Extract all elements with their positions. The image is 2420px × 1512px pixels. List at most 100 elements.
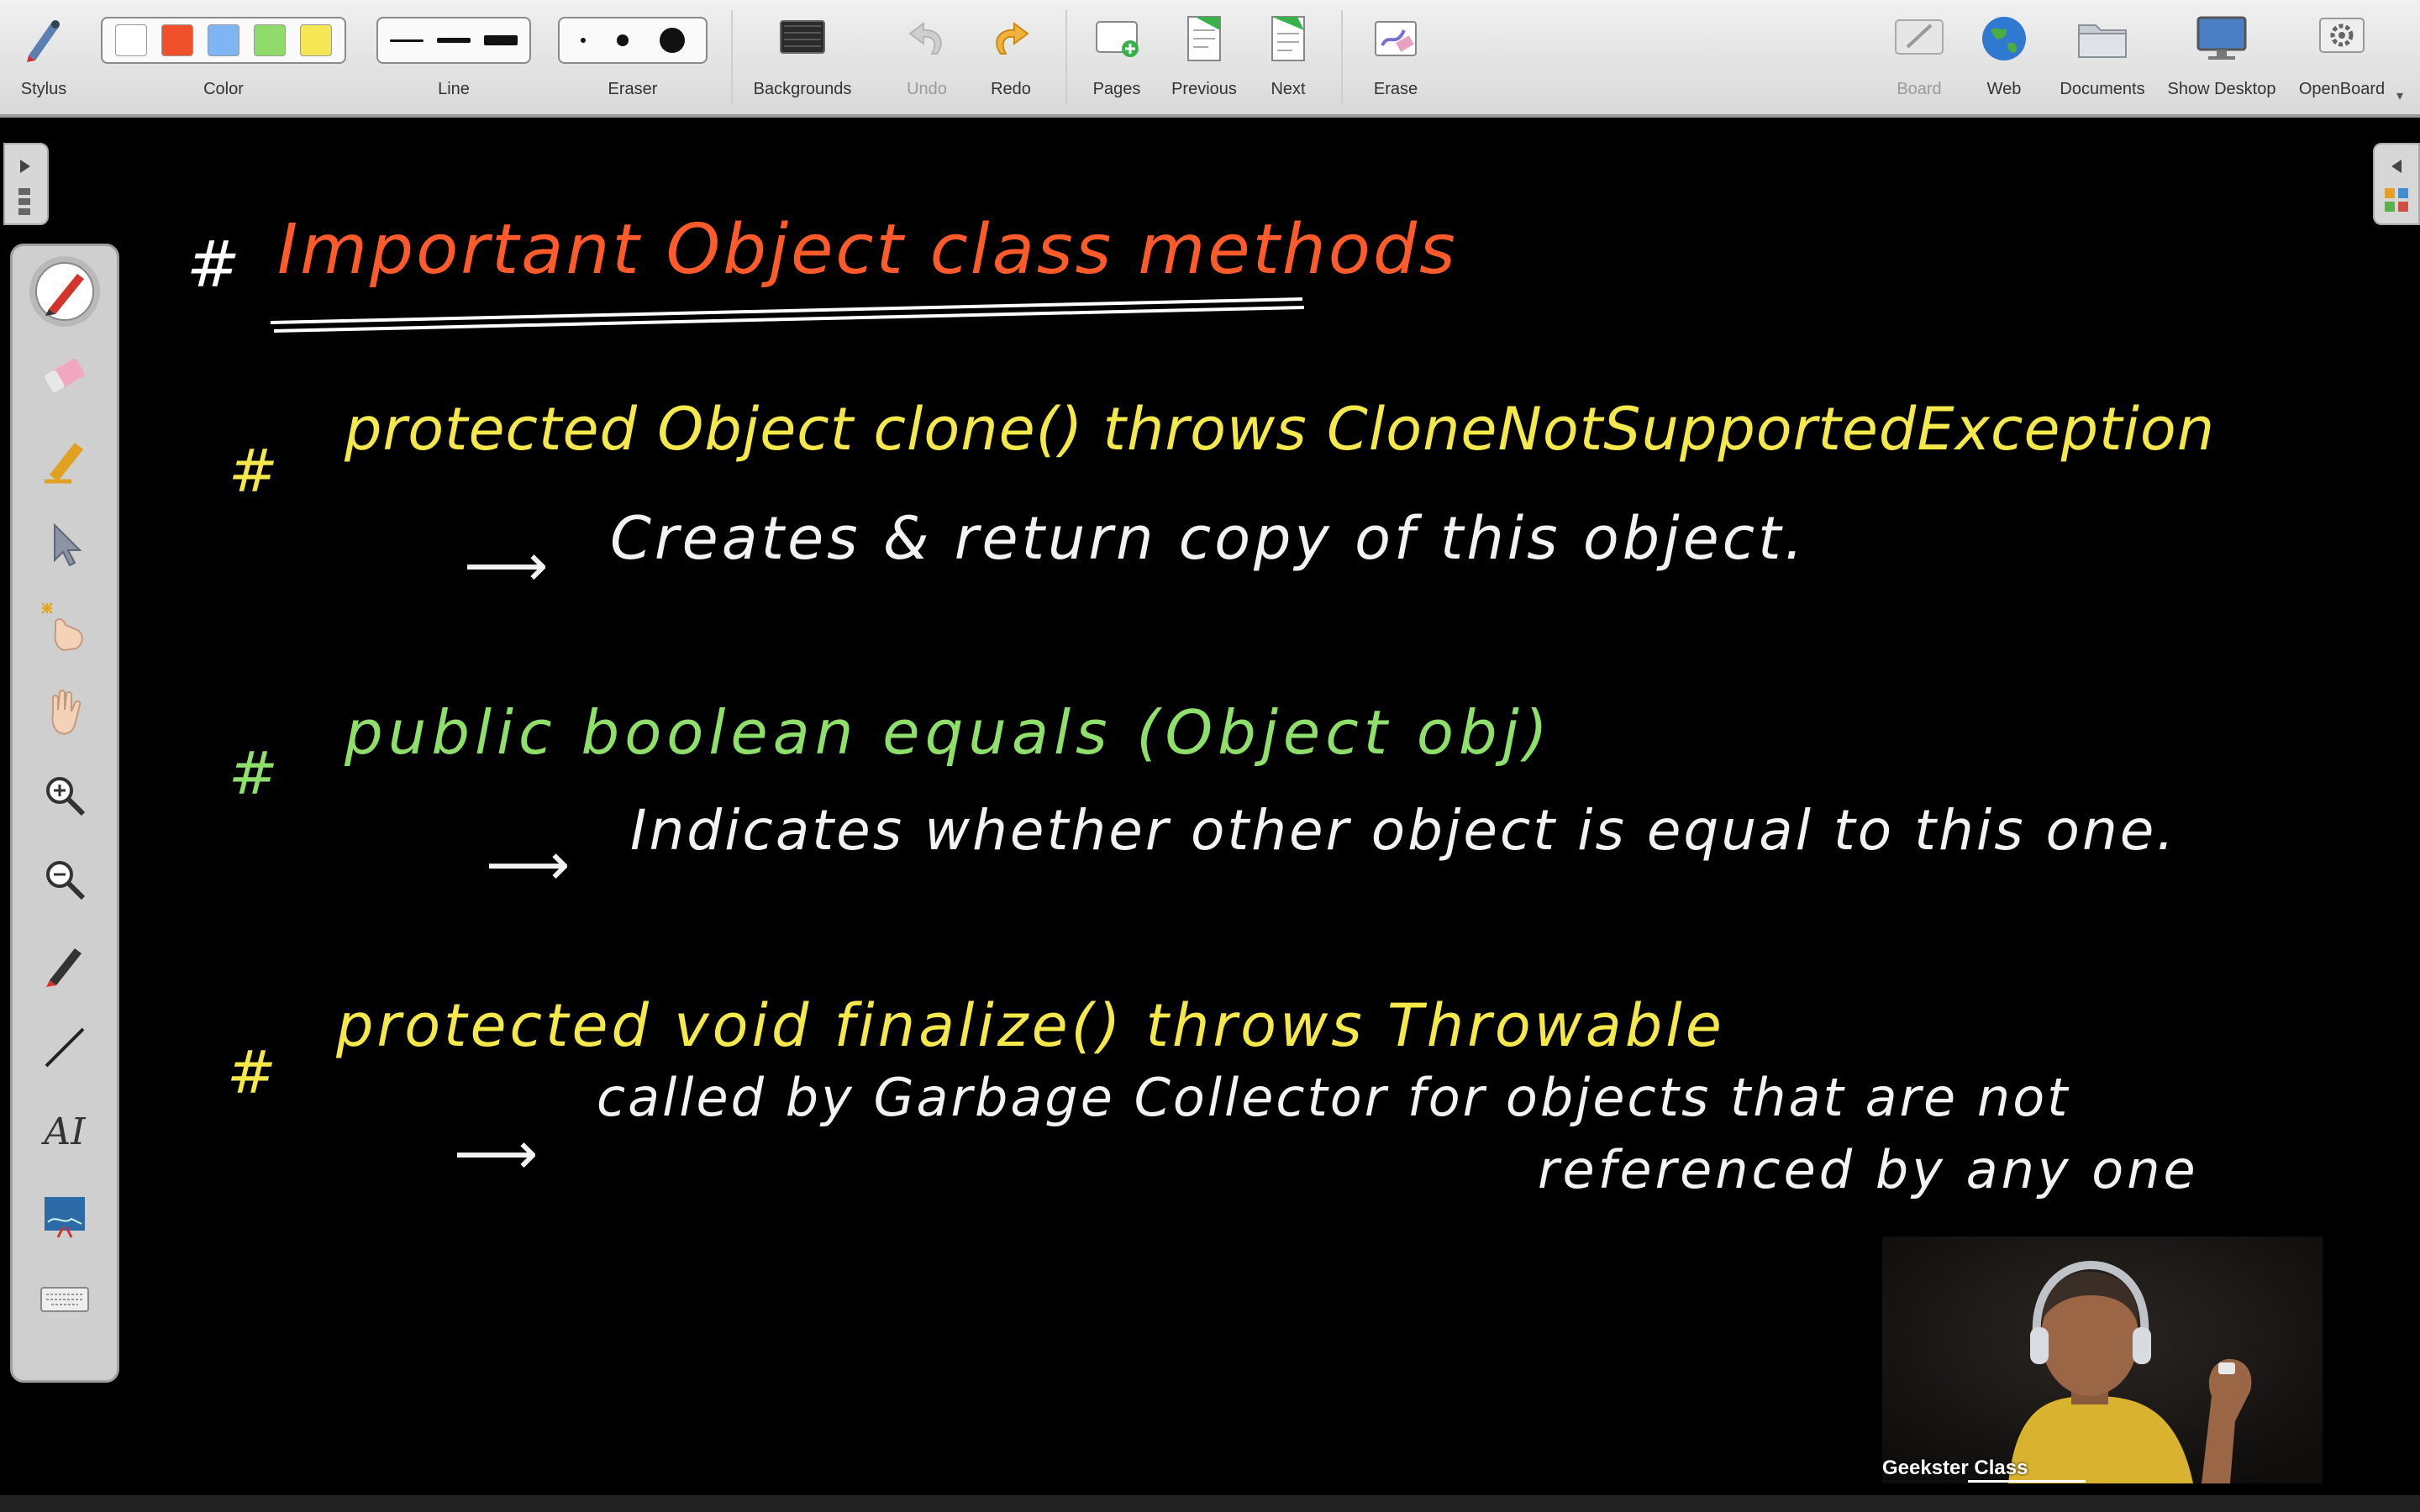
method2-hash: # — [229, 739, 280, 808]
eraser-medium-button[interactable] — [616, 34, 629, 46]
webcam-feed — [1882, 1236, 2323, 1483]
undo-icon — [900, 12, 954, 66]
capture-icon — [45, 1197, 85, 1238]
redo-icon — [984, 12, 1038, 66]
color-swatch-blue[interactable] — [207, 24, 239, 56]
method1-arrow: ⟶ — [464, 531, 550, 600]
next-page-button[interactable]: Next — [1250, 0, 1326, 114]
erase-label: Erase — [1373, 80, 1418, 98]
eraser-small-button[interactable] — [580, 38, 586, 43]
webcam-name-underline — [1968, 1480, 2086, 1483]
monitor-icon — [2195, 12, 2249, 66]
undo-button[interactable]: Undo — [889, 0, 965, 114]
bottom-edge-bar — [0, 1495, 2420, 1512]
eraser-tool[interactable] — [29, 340, 100, 411]
capture-tool[interactable] — [29, 1180, 100, 1251]
eraser-size-selector — [558, 17, 708, 64]
color-swatch-green[interactable] — [254, 24, 287, 56]
web-label: Web — [1986, 80, 2022, 98]
line-width-selector — [376, 17, 531, 64]
board-mode-button[interactable]: Board — [1879, 0, 1960, 114]
heading-underline — [270, 297, 1305, 333]
heading-hash: # — [187, 227, 242, 302]
hand-tool[interactable] — [29, 676, 100, 747]
color-group: Color — [97, 0, 350, 114]
color-label: Color — [203, 80, 244, 98]
webcam-name-label: Geekster Class — [1882, 1457, 2028, 1479]
documents-label: Documents — [2060, 80, 2145, 98]
toolbar-divider — [1341, 10, 1343, 104]
method1-signature: protected Object clone() throws CloneNot… — [345, 395, 2216, 464]
pages-label: Pages — [1092, 80, 1141, 98]
undo-label: Undo — [907, 80, 947, 98]
redo-label: Redo — [991, 80, 1031, 98]
dropdown-arrow-icon[interactable]: ▾ — [2396, 87, 2403, 104]
eraser-label: Eraser — [608, 80, 658, 98]
color-swatch-orange[interactable] — [160, 24, 193, 56]
method1-hash: # — [229, 437, 280, 506]
text-tool[interactable]: AI — [29, 1096, 100, 1167]
pages-icon — [1090, 12, 1144, 66]
line-icon — [45, 1027, 85, 1068]
color-swatch-yellow[interactable] — [300, 24, 333, 56]
board-label: Board — [1897, 80, 1942, 98]
zoom-out-tool[interactable] — [29, 844, 100, 915]
line-tool[interactable] — [29, 1012, 100, 1083]
erase-page-icon — [1369, 12, 1423, 66]
previous-label: Previous — [1171, 80, 1237, 98]
virtual-keyboard-tool[interactable] — [29, 1264, 100, 1335]
method3-arrow: ⟶ — [454, 1119, 540, 1188]
selector-tool[interactable] — [29, 508, 100, 579]
top-toolbar: Stylus Color Line Eraser Backgrounds Und… — [0, 0, 2420, 118]
highlighter-tool[interactable] — [29, 424, 100, 495]
method3-note-line1: called by Garbage Collector for objects … — [597, 1067, 2070, 1128]
method2-arrow: ⟶ — [486, 830, 572, 899]
panel-expand-icon — [18, 160, 30, 215]
stylus-label: Stylus — [20, 80, 67, 98]
method1-note: Creates & return copy of this object. — [610, 504, 1807, 573]
right-panel-toggle[interactable] — [2373, 143, 2420, 225]
eraser-large-button[interactable] — [660, 28, 686, 53]
zoom-in-tool[interactable] — [29, 760, 100, 831]
pen-tool[interactable] — [29, 256, 100, 327]
library-icon — [2385, 160, 2408, 212]
next-page-icon — [1261, 12, 1315, 66]
keyboard-icon — [40, 1287, 89, 1312]
page-title: Important Object class methods — [277, 210, 1458, 290]
color-swatch-white[interactable] — [114, 24, 147, 56]
folder-icon — [2075, 12, 2129, 66]
text-icon: AI — [44, 1110, 86, 1153]
stylus-button[interactable]: Stylus — [3, 0, 84, 114]
line-medium-button[interactable] — [437, 38, 471, 43]
openboard-menu-button[interactable]: OpenBoard — [2291, 0, 2393, 114]
documents-mode-button[interactable]: Documents — [2050, 0, 2154, 114]
method3-note-line2: referenced by any one — [1538, 1139, 2199, 1200]
toolbar-divider — [731, 10, 733, 104]
zoom-in-icon — [46, 777, 86, 816]
backgrounds-icon — [776, 12, 829, 66]
line-thin-button[interactable] — [390, 39, 424, 42]
stylus-icon — [17, 12, 71, 66]
eraser-group: Eraser — [555, 0, 711, 114]
presenter-video — [1882, 1236, 2323, 1483]
erase-page-button[interactable]: Erase — [1356, 0, 1435, 114]
laser-pointer-tool[interactable] — [29, 592, 100, 663]
line-group: Line — [373, 0, 534, 114]
line-thick-button[interactable] — [484, 35, 518, 45]
method2-note: Indicates whether other object is equal … — [630, 798, 2177, 863]
tool-palette: AI — [10, 244, 119, 1383]
pages-button[interactable]: Pages — [1077, 0, 1156, 114]
board-icon — [1892, 12, 1946, 66]
openboard-label: OpenBoard — [2298, 80, 2386, 98]
redo-button[interactable]: Redo — [973, 0, 1049, 114]
method3-signature: protected void finalize() throws Throwab… — [336, 991, 1725, 1060]
hand-icon — [51, 690, 82, 735]
left-panel-toggle[interactable] — [3, 143, 49, 225]
show-desktop-button[interactable]: Show Desktop — [2161, 0, 2282, 114]
marker-tool[interactable] — [29, 928, 100, 999]
web-mode-button[interactable]: Web — [1966, 0, 2042, 114]
previous-page-icon — [1177, 12, 1231, 66]
backgrounds-button[interactable]: Backgrounds — [741, 0, 864, 114]
previous-page-button[interactable]: Previous — [1165, 0, 1244, 114]
line-label: Line — [438, 80, 470, 98]
